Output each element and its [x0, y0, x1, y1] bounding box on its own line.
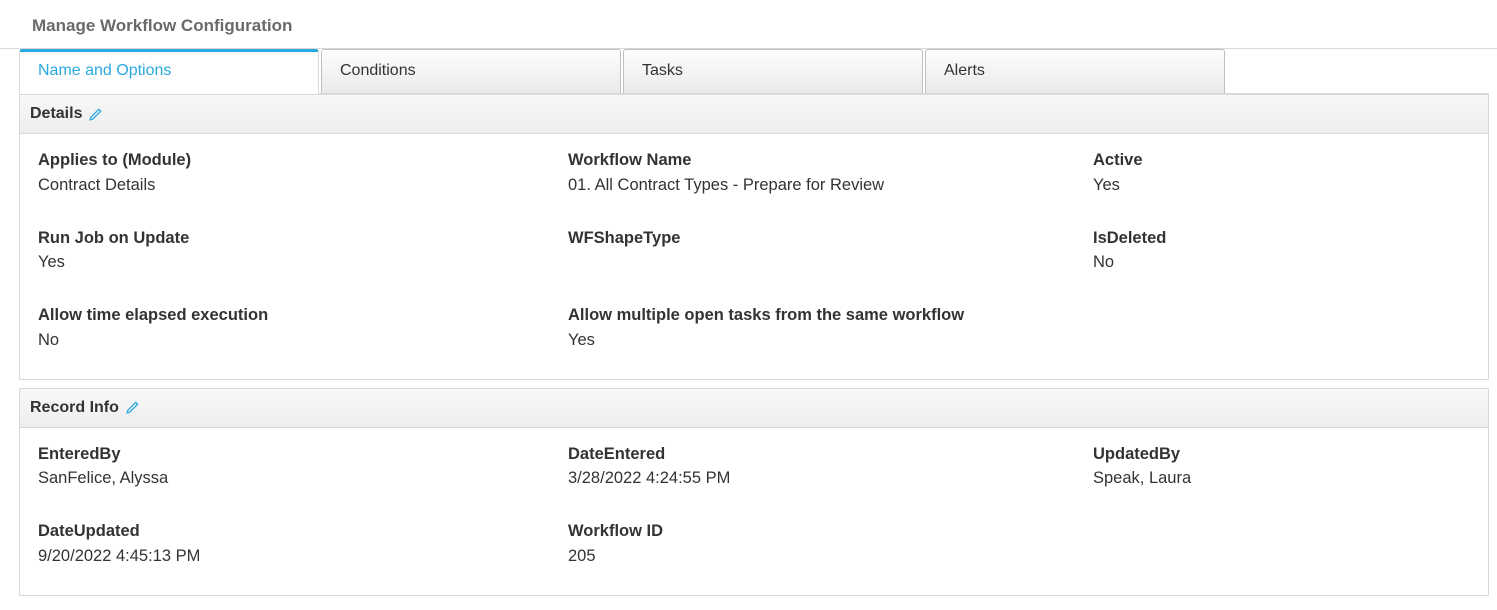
field-applies-to: Applies to (Module) Contract Details	[38, 148, 568, 198]
enteredby-label: EnteredBy	[38, 442, 568, 467]
updatedby-label: UpdatedBy	[1093, 442, 1191, 467]
active-value: Yes	[1093, 173, 1143, 198]
enteredby-value: SanFelice, Alyssa	[38, 466, 568, 491]
tab-alerts[interactable]: Alerts	[925, 49, 1225, 93]
wfshapetype-label: WFShapeType	[568, 226, 1093, 251]
applies-to-label: Applies to (Module)	[38, 148, 568, 173]
field-isdeleted: IsDeleted No	[1093, 226, 1166, 276]
tab-name-and-options[interactable]: Name and Options	[19, 49, 319, 94]
field-workflow-name: Workflow Name 01. All Contract Types - P…	[568, 148, 1093, 198]
details-header: Details	[19, 94, 1489, 134]
edit-details-icon[interactable]	[88, 107, 103, 122]
field-allow-multi: Allow multiple open tasks from the same …	[568, 303, 1093, 353]
field-enteredby: EnteredBy SanFelice, Alyssa	[38, 442, 568, 492]
dateupdated-label: DateUpdated	[38, 519, 568, 544]
field-workflowid: Workflow ID 205	[568, 519, 1093, 569]
run-job-value: Yes	[38, 250, 568, 275]
details-body: Applies to (Module) Contract Details Wor…	[19, 134, 1489, 380]
allow-multi-label: Allow multiple open tasks from the same …	[568, 303, 1093, 328]
record-info-body: EnteredBy SanFelice, Alyssa DateEntered …	[19, 428, 1489, 596]
isdeleted-label: IsDeleted	[1093, 226, 1166, 251]
run-job-label: Run Job on Update	[38, 226, 568, 251]
tabs-bar: Name and Options Conditions Tasks Alerts	[0, 49, 1497, 93]
allow-time-value: No	[38, 328, 568, 353]
field-wfshapetype: WFShapeType	[568, 226, 1093, 276]
dateentered-label: DateEntered	[568, 442, 1093, 467]
record-info-header-text: Record Info	[30, 399, 119, 417]
dateentered-value: 3/28/2022 4:24:55 PM	[568, 466, 1093, 491]
tab-tasks[interactable]: Tasks	[623, 49, 923, 93]
workflowid-value: 205	[568, 544, 1093, 569]
workflow-name-label: Workflow Name	[568, 148, 1093, 173]
field-allow-time: Allow time elapsed execution No	[38, 303, 568, 353]
dateupdated-value: 9/20/2022 4:45:13 PM	[38, 544, 568, 569]
content-area: Details Applies to (Module) Contract Det…	[19, 93, 1489, 596]
field-dateentered: DateEntered 3/28/2022 4:24:55 PM	[568, 442, 1093, 492]
record-info-header: Record Info	[19, 388, 1489, 428]
field-run-job: Run Job on Update Yes	[38, 226, 568, 276]
edit-record-info-icon[interactable]	[125, 400, 140, 415]
isdeleted-value: No	[1093, 250, 1166, 275]
workflow-name-value: 01. All Contract Types - Prepare for Rev…	[568, 173, 1093, 198]
field-active: Active Yes	[1093, 148, 1143, 198]
tab-conditions[interactable]: Conditions	[321, 49, 621, 93]
field-updatedby: UpdatedBy Speak, Laura	[1093, 442, 1191, 492]
field-dateupdated: DateUpdated 9/20/2022 4:45:13 PM	[38, 519, 568, 569]
allow-multi-value: Yes	[568, 328, 1093, 353]
page-title: Manage Workflow Configuration	[0, 0, 1497, 48]
allow-time-label: Allow time elapsed execution	[38, 303, 568, 328]
active-label: Active	[1093, 148, 1143, 173]
updatedby-value: Speak, Laura	[1093, 466, 1191, 491]
workflowid-label: Workflow ID	[568, 519, 1093, 544]
applies-to-value: Contract Details	[38, 173, 568, 198]
details-header-text: Details	[30, 105, 82, 123]
